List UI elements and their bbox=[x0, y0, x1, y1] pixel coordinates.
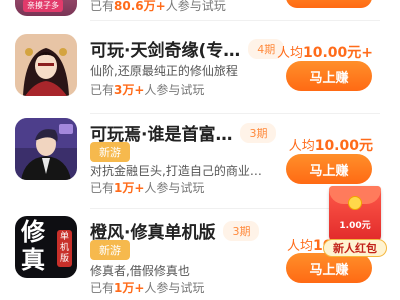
stat-line: 已有1万+人参与试玩 bbox=[90, 279, 204, 296]
reward-prefix: 人均 bbox=[288, 139, 315, 154]
icon-calligraphy-text: 修真 bbox=[21, 217, 45, 274]
stat-suffix: 人参与试玩 bbox=[144, 181, 205, 195]
reward-prefix: 人均 bbox=[287, 239, 314, 254]
stat-line: 已有3万+人参与试玩 bbox=[90, 81, 204, 98]
new-game-tag: 新游 bbox=[90, 240, 130, 260]
list-item[interactable]: 可玩·天剑奇缘(专… 4期 仙阶,还原最纯正的修仙旅程 已有3万+人参与试玩 人… bbox=[0, 24, 400, 114]
stat-count: 1万+ bbox=[114, 281, 145, 295]
coin-icon bbox=[348, 196, 362, 210]
stat-suffix: 人参与试玩 bbox=[165, 0, 226, 13]
xiuzhen-calligraphy-icon: 修真 单机版 bbox=[15, 216, 77, 278]
game-desc: 仙阶,还原最纯正的修仙旅程 bbox=[90, 64, 238, 78]
stat-line: 已有1万+人参与试玩 bbox=[90, 179, 204, 196]
divider bbox=[90, 20, 380, 21]
title-line: 可玩·天剑奇缘(专… 4期 bbox=[90, 36, 285, 61]
game-desc: 修真者,借假修真也 bbox=[90, 264, 190, 278]
reward-amount: 10.00元 bbox=[314, 138, 373, 154]
period-badge: 3期 bbox=[223, 220, 260, 241]
stat-count: 3万+ bbox=[114, 83, 145, 97]
reward-prefix: 人均 bbox=[276, 46, 303, 61]
earn-now-button[interactable]: 马上赚 bbox=[286, 61, 372, 91]
new-user-redpack[interactable]: 1.00元 新人红包 bbox=[323, 186, 387, 260]
reward-text: 人均10.00元+ bbox=[277, 42, 373, 62]
reward-text: 人均10.00元 bbox=[289, 135, 373, 155]
stat-prefix: 已有 bbox=[90, 281, 115, 295]
stat-line: 已有80.6万+人参与试玩 bbox=[90, 0, 226, 14]
businessman-portrait-icon bbox=[15, 118, 77, 180]
stat-prefix: 已有 bbox=[90, 0, 115, 13]
stat-prefix: 已有 bbox=[90, 83, 115, 97]
new-game-tag: 新游 bbox=[90, 142, 130, 162]
thumb-partial: 亲摸子多 bbox=[15, 0, 77, 16]
stat-suffix: 人参与试玩 bbox=[144, 281, 205, 295]
stat-count: 80.6万+ bbox=[114, 0, 166, 13]
redpack-amount: 1.00元 bbox=[339, 221, 371, 231]
xianxia-portrait-icon bbox=[15, 34, 77, 96]
icon-standalone-badge: 单机版 bbox=[57, 230, 72, 267]
stat-prefix: 已有 bbox=[90, 181, 115, 195]
stat-count: 1万+ bbox=[114, 181, 145, 195]
earn-now-button[interactable]: 马上赚 bbox=[286, 154, 372, 184]
earn-button-partial[interactable] bbox=[286, 0, 372, 8]
stat-suffix: 人参与试玩 bbox=[144, 83, 205, 97]
list-item-partial: 亲摸子多 已有80.6万+人参与试玩 bbox=[0, 0, 400, 22]
game-name: 可玩·天剑奇缘(专… bbox=[90, 41, 241, 61]
period-badge: 3期 bbox=[240, 122, 277, 143]
game-trial-list: 亲摸子多 已有80.6万+人参与试玩 可玩·天剑奇缘(专… 4期 仙阶,还原最纯… bbox=[0, 0, 400, 300]
game-desc: 对抗金融巨头,打造自己的商业… bbox=[90, 164, 262, 178]
top-badge: 亲摸子多 bbox=[23, 0, 63, 12]
redpack-label: 新人红包 bbox=[323, 239, 387, 257]
reward-amount: 10.00元+ bbox=[302, 45, 373, 61]
